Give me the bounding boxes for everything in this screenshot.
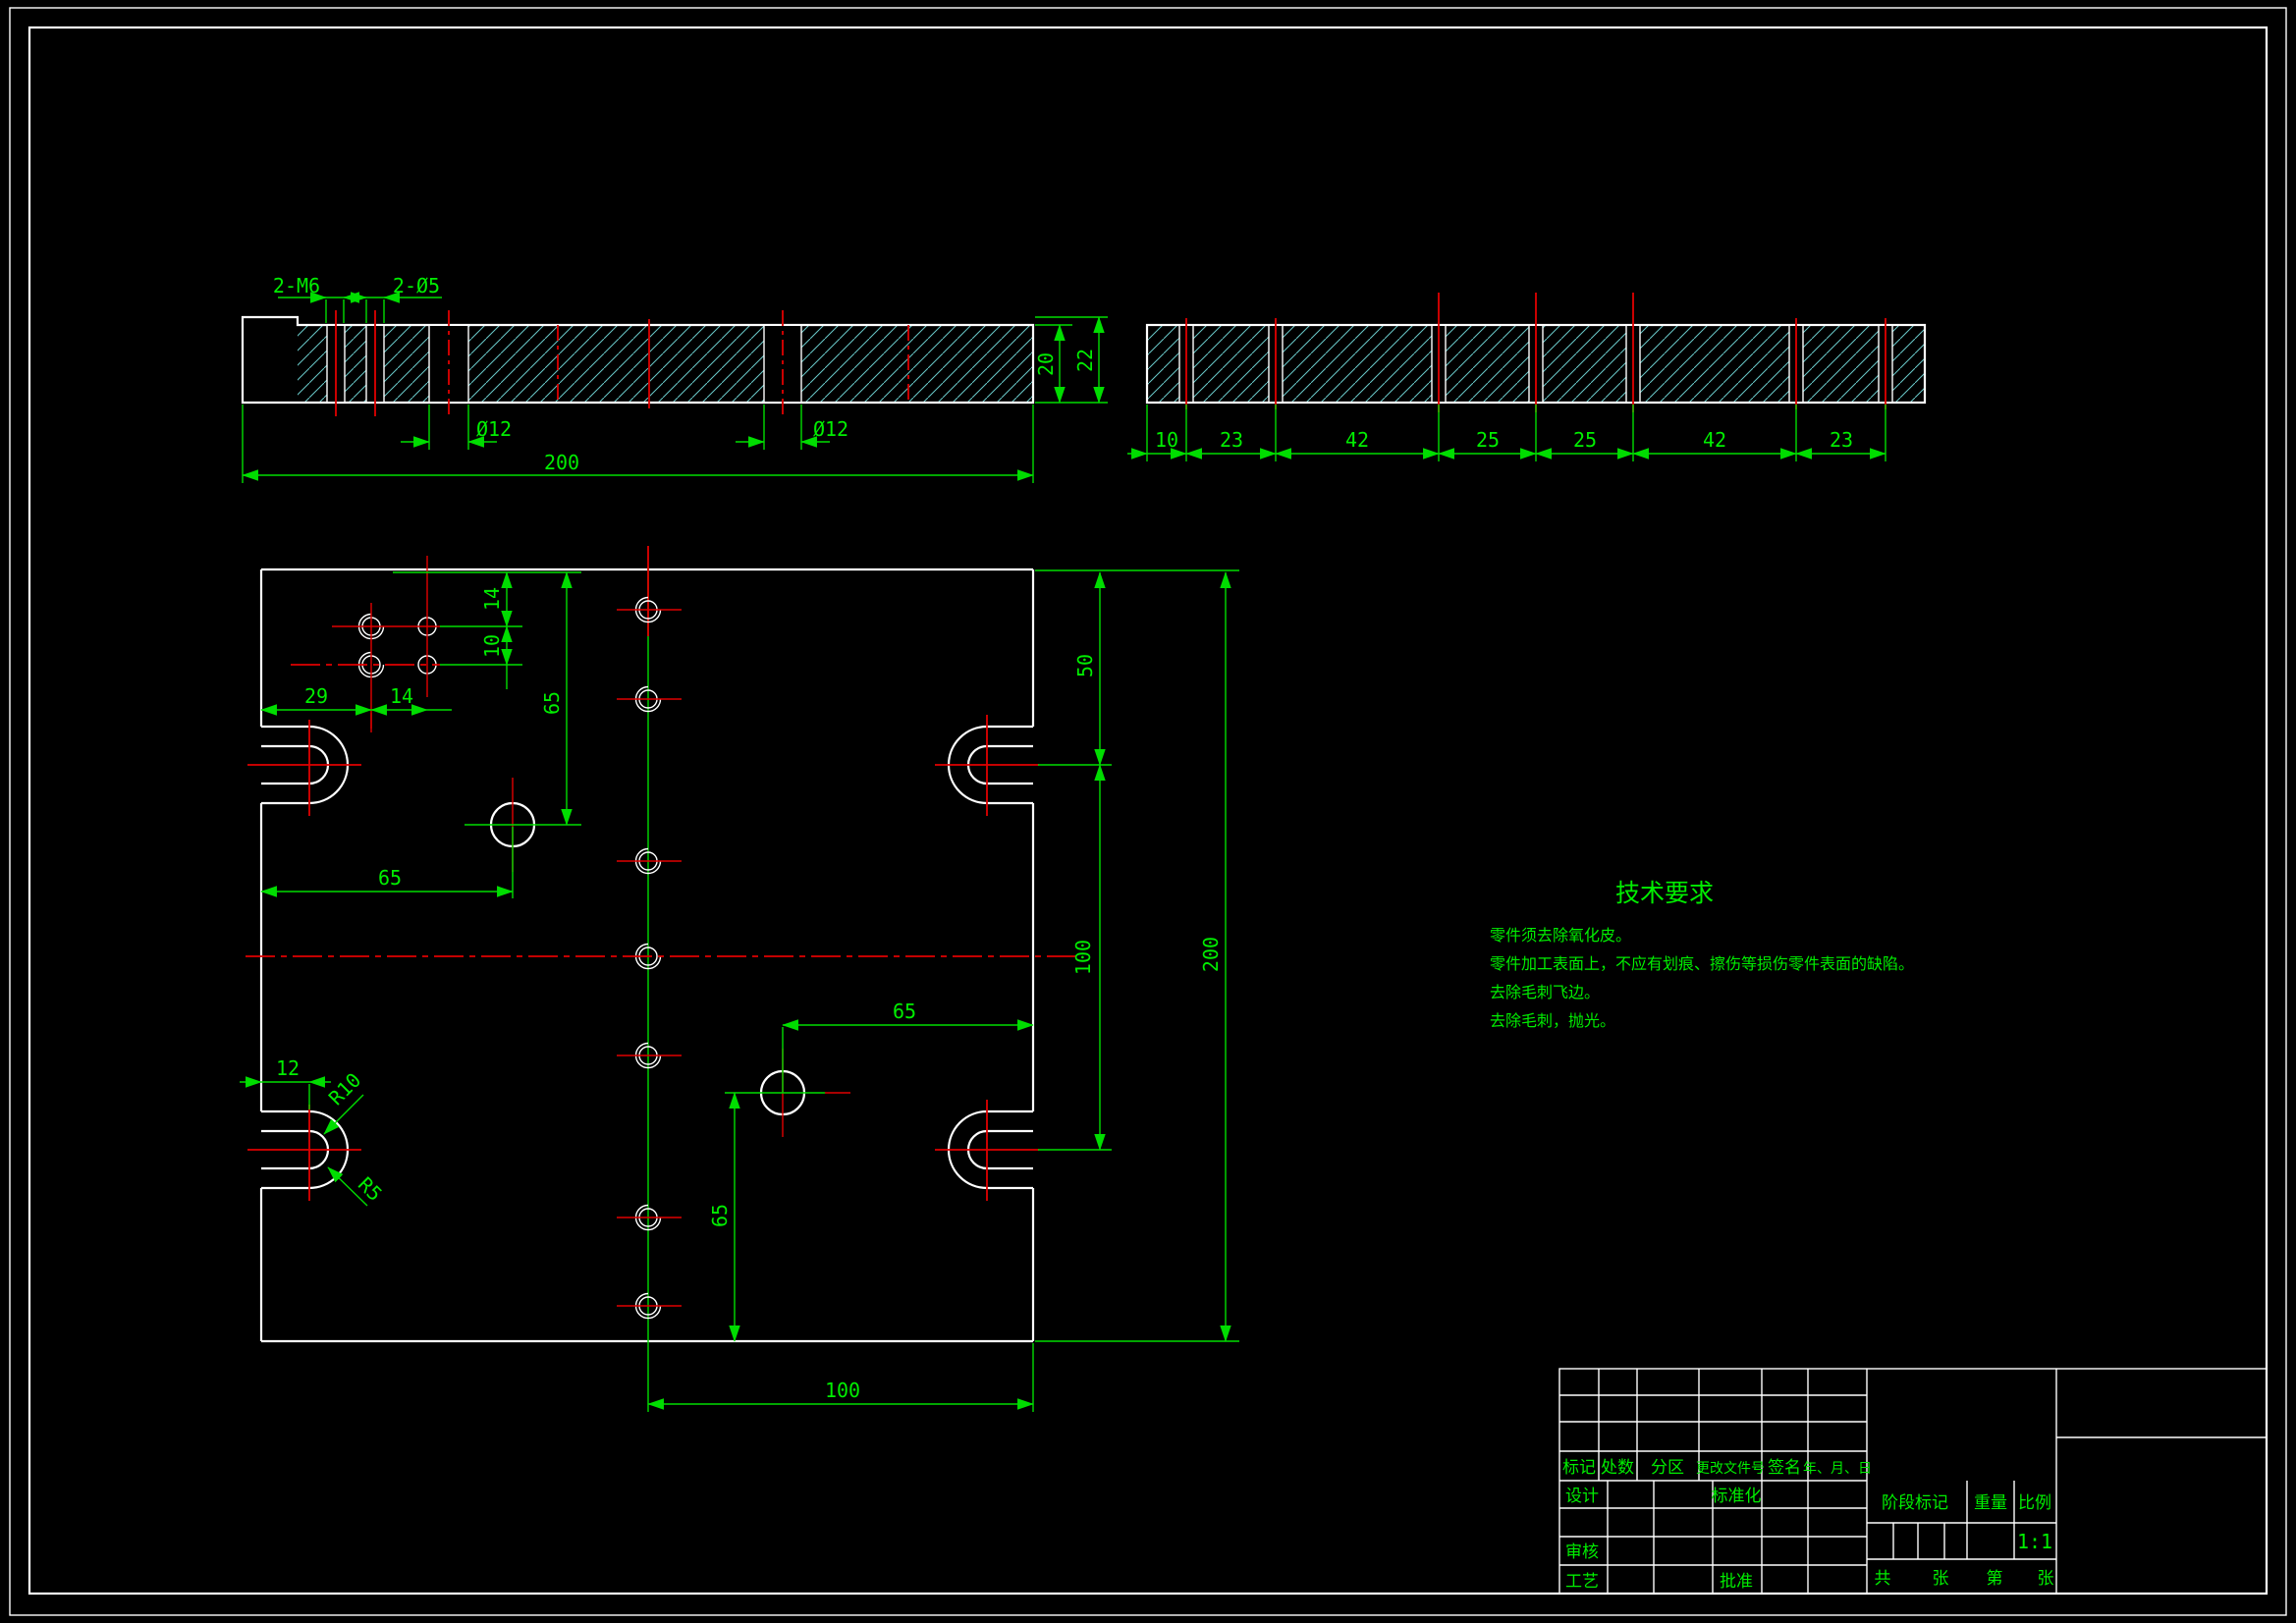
dim-label-42a: 42 bbox=[1345, 428, 1369, 452]
dim-label-23a: 23 bbox=[1220, 428, 1243, 452]
tech-line-4: 去除毛刺，抛光。 bbox=[1490, 1011, 1615, 1030]
dim-label-23b: 23 bbox=[1830, 428, 1853, 452]
dim-label-12: 12 bbox=[276, 1056, 300, 1080]
dim-label-65h: 65 bbox=[378, 866, 402, 890]
plan-view: 14 10 29 14 65 65 50 100 200 65 65 bbox=[240, 546, 1239, 1412]
tech-title: 技术要求 bbox=[1615, 879, 1714, 907]
dim-label-50: 50 bbox=[1073, 654, 1097, 677]
dim-label-14h: 14 bbox=[390, 684, 413, 708]
dim-label-29: 29 bbox=[304, 684, 328, 708]
tb-rev-date: 年、月、日 bbox=[1803, 1461, 1872, 1477]
left-slot-upper bbox=[247, 720, 361, 816]
dim-label-dia12-2: Ø12 bbox=[813, 417, 848, 441]
center-hole-column bbox=[617, 546, 682, 1412]
left-slot-lower bbox=[247, 1105, 361, 1201]
tb-design: 设计 bbox=[1565, 1487, 1599, 1506]
dim-label-10v: 10 bbox=[480, 634, 504, 658]
dim-label-200: 200 bbox=[1199, 937, 1223, 972]
tb-rev-docno: 更改文件号 bbox=[1696, 1461, 1765, 1477]
dim-label-r5: R5 bbox=[354, 1172, 387, 1206]
tb-scale-label: 比例 bbox=[2018, 1493, 2051, 1513]
dim-label-2-m6: 2-M6 bbox=[273, 274, 320, 298]
front-section-view: 2-M6 2-Ø5 Ø12 Ø12 200 20 22 bbox=[243, 274, 1108, 483]
dim-label-100r: 100 bbox=[1071, 940, 1095, 975]
tb-process: 工艺 bbox=[1565, 1572, 1599, 1592]
dim-label-25b: 25 bbox=[1573, 428, 1597, 452]
dim-label-200: 200 bbox=[544, 451, 579, 474]
tb-scale-value: 1:1 bbox=[2017, 1530, 2052, 1553]
dim-label-65bv: 65 bbox=[708, 1204, 732, 1227]
tb-no: 第 bbox=[1987, 1569, 2003, 1589]
dim-label-20: 20 bbox=[1034, 352, 1058, 376]
dim-label-10: 10 bbox=[1155, 428, 1178, 452]
tb-standardize: 标准化 bbox=[1712, 1487, 1762, 1506]
tb-stage: 阶段标记 bbox=[1882, 1493, 1948, 1513]
dim-label-r10: R10 bbox=[324, 1068, 366, 1110]
right-slot-upper bbox=[935, 715, 1039, 816]
drawing-frame bbox=[10, 8, 2286, 1615]
dim-label-65v: 65 bbox=[540, 691, 564, 715]
title-block: 标记 处数 分区 更改文件号 签名 年、月、日 设计 标准化 审核 工艺 批准 … bbox=[1559, 1369, 2267, 1594]
tb-total: 共 bbox=[1875, 1569, 1891, 1589]
drawing-svg: 2-M6 2-Ø5 Ø12 Ø12 200 20 22 bbox=[0, 0, 2296, 1623]
tb-weight: 重量 bbox=[1974, 1493, 2007, 1513]
tb-sheet: 张 bbox=[1933, 1569, 1949, 1589]
dim-label-42b: 42 bbox=[1703, 428, 1726, 452]
tb-rev-count: 处数 bbox=[1601, 1458, 1634, 1478]
tech-line-1: 零件须去除氧化皮。 bbox=[1490, 926, 1631, 945]
tb-rev-mark: 标记 bbox=[1562, 1458, 1596, 1478]
right-slot-lower bbox=[935, 1100, 1039, 1201]
dim-label-14v: 14 bbox=[480, 587, 504, 611]
tech-line-3: 去除毛刺飞边。 bbox=[1490, 983, 1600, 1001]
tb-approve: 批准 bbox=[1720, 1572, 1753, 1592]
dim-label-2-o5: 2-Ø5 bbox=[393, 274, 440, 298]
dim-label-100b: 100 bbox=[825, 1379, 860, 1402]
side-section-view: 10 23 42 25 25 42 23 bbox=[1127, 293, 1925, 461]
tb-audit: 审核 bbox=[1565, 1542, 1599, 1562]
dim-label-22: 22 bbox=[1073, 349, 1097, 372]
dim-label-25a: 25 bbox=[1476, 428, 1500, 452]
dim-label-65br: 65 bbox=[893, 1000, 916, 1023]
tb-sheet2: 张 bbox=[2038, 1569, 2054, 1589]
dim-label-dia12-1: Ø12 bbox=[476, 417, 512, 441]
tb-rev-sign: 签名 bbox=[1768, 1458, 1801, 1478]
tb-rev-zone: 分区 bbox=[1651, 1458, 1684, 1478]
tech-line-2: 零件加工表面上，不应有划痕、擦伤等损伤零件表面的缺陷。 bbox=[1490, 954, 1914, 973]
technical-requirements: 技术要求 零件须去除氧化皮。 零件加工表面上，不应有划痕、擦伤等损伤零件表面的缺… bbox=[1490, 879, 1914, 1030]
cad-canvas[interactable]: 2-M6 2-Ø5 Ø12 Ø12 200 20 22 bbox=[0, 0, 2296, 1623]
